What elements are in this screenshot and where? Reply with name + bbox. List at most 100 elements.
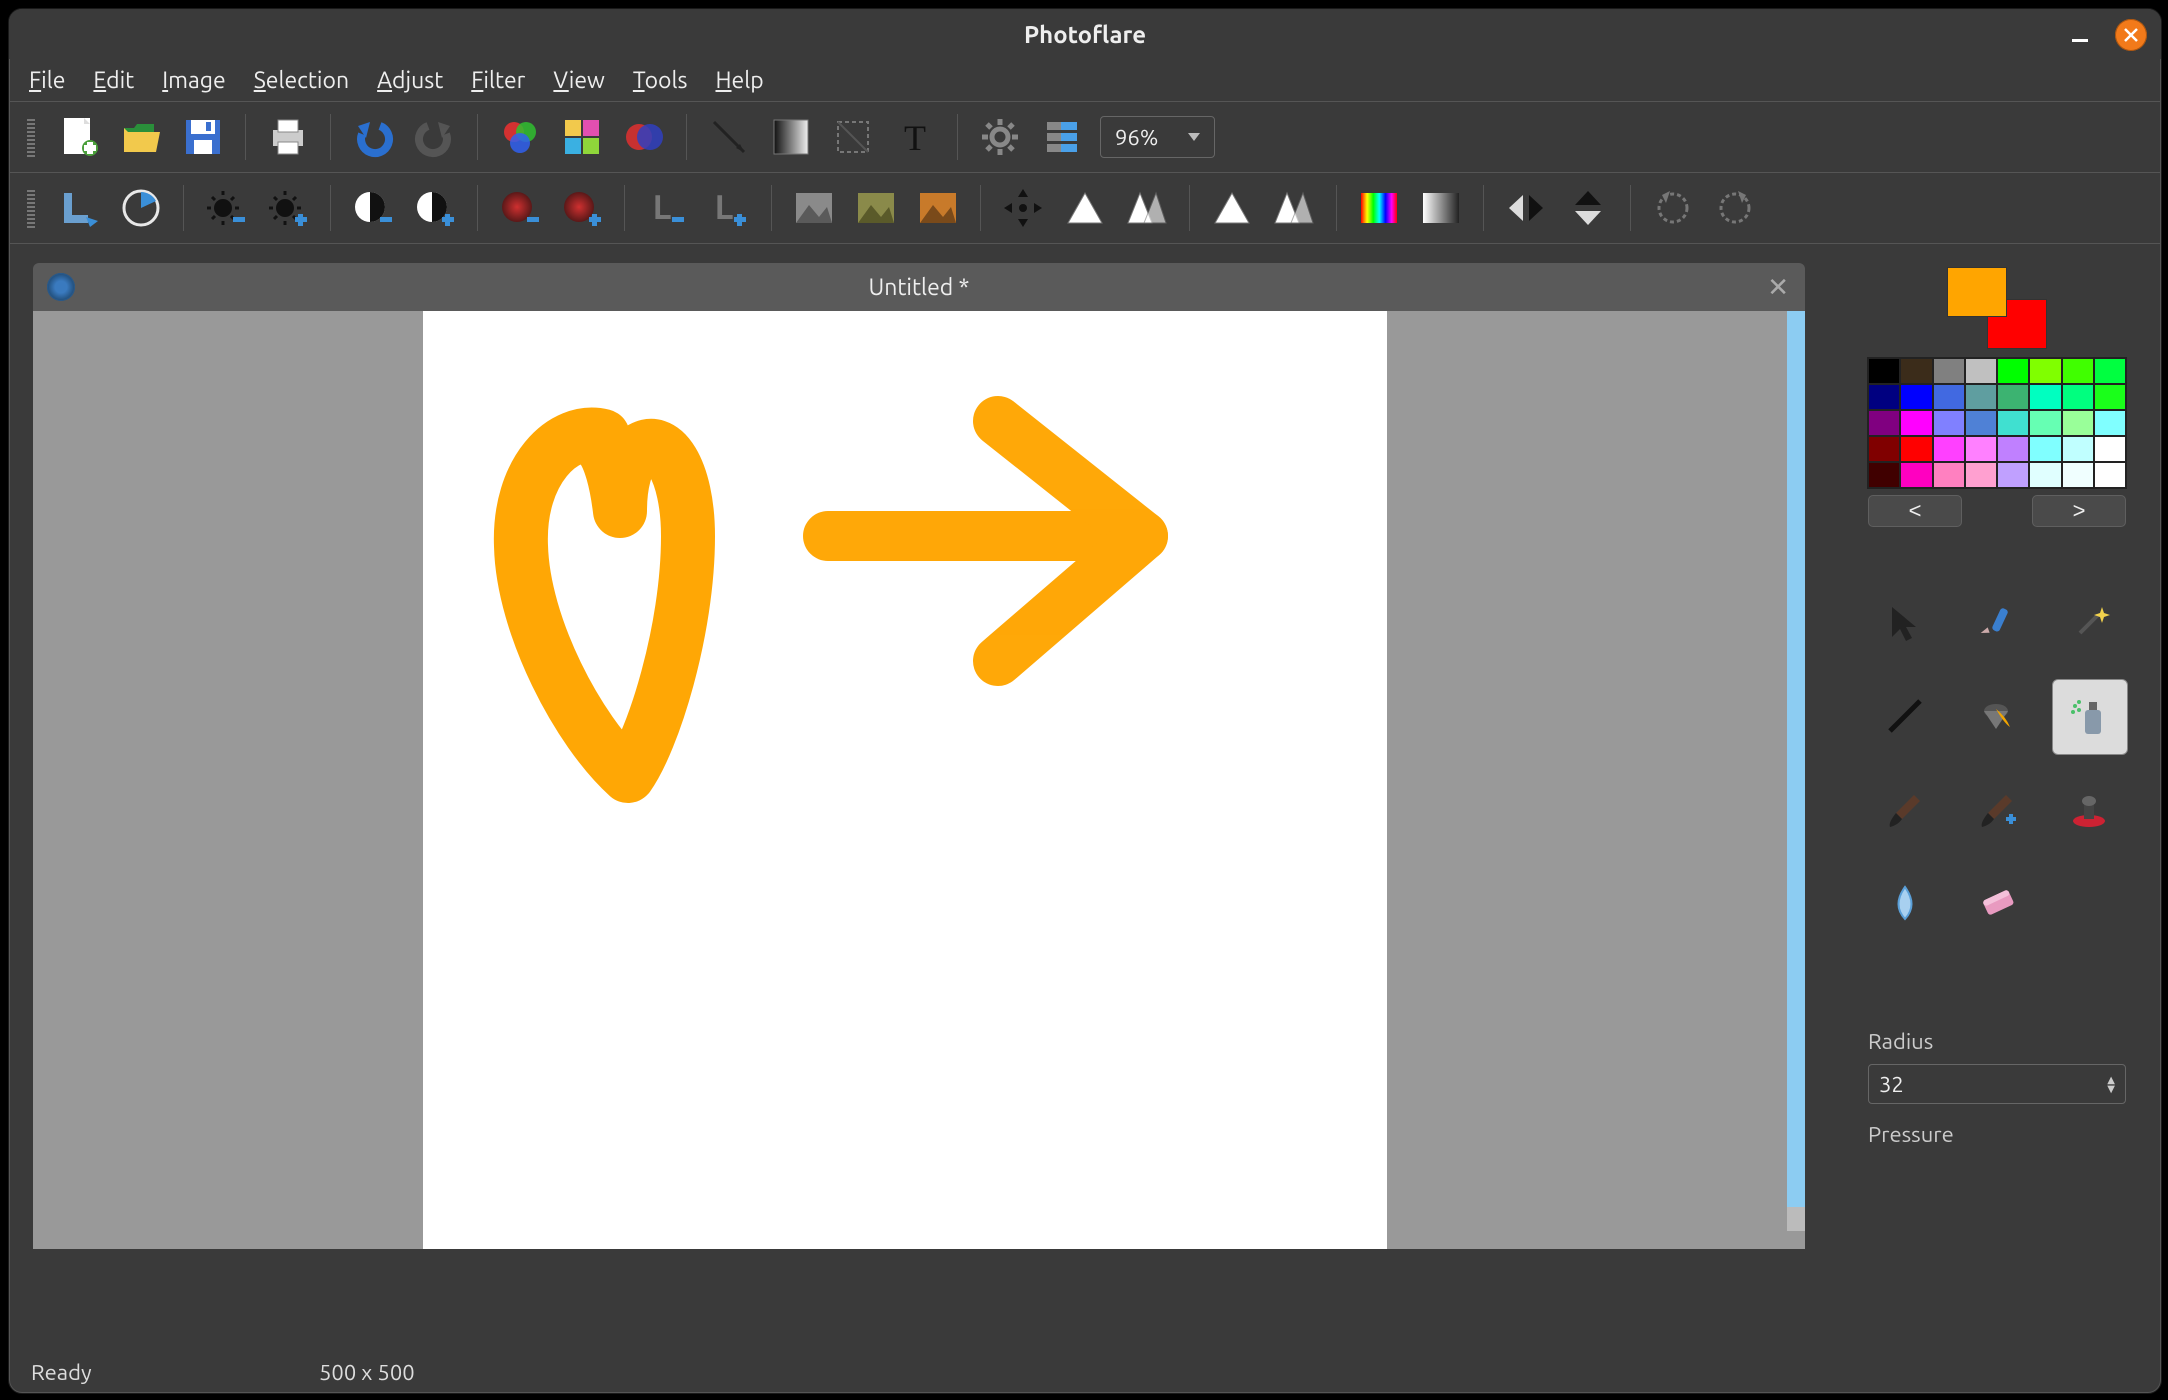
angle-icon[interactable] — [117, 184, 165, 232]
palette-color[interactable] — [1900, 436, 1932, 462]
palette-color[interactable] — [1868, 384, 1900, 410]
palette-next-button[interactable]: > — [2032, 495, 2126, 527]
undo-icon[interactable] — [349, 113, 397, 161]
palette-color[interactable] — [2094, 410, 2126, 436]
foreground-color-swatch[interactable] — [1947, 267, 2007, 317]
spray-tool-icon[interactable] — [2052, 679, 2128, 755]
palette-color[interactable] — [1997, 410, 2029, 436]
palette-color[interactable] — [1997, 436, 2029, 462]
tri-w2-icon[interactable] — [1123, 184, 1171, 232]
palette-color[interactable] — [1965, 436, 1997, 462]
new-file-icon[interactable] — [55, 113, 103, 161]
palette-color[interactable] — [2062, 410, 2094, 436]
pointer-tool-icon[interactable] — [1868, 587, 1942, 661]
gradient-icon[interactable] — [767, 113, 815, 161]
gamma-l2-icon[interactable]: L — [705, 184, 753, 232]
palette-color[interactable] — [2062, 384, 2094, 410]
blend-circles-icon[interactable] — [620, 113, 668, 161]
document-tab[interactable]: Untitled * ✕ — [33, 263, 1805, 311]
menu-tools[interactable]: Tools — [633, 68, 688, 93]
brightness-dec-icon[interactable] — [202, 184, 250, 232]
print-icon[interactable] — [264, 113, 312, 161]
menu-help[interactable]: Help — [715, 68, 763, 93]
menu-image[interactable]: Image — [162, 68, 225, 93]
palette-color[interactable] — [2029, 462, 2061, 488]
gamma-l1-icon[interactable]: L — [643, 184, 691, 232]
sat-dec-icon[interactable] — [496, 184, 544, 232]
line-tool-icon[interactable] — [1868, 679, 1942, 753]
bucket-tool-icon[interactable] — [1960, 679, 2034, 753]
rotate-ccw-icon[interactable] — [1649, 184, 1697, 232]
flip-v-icon[interactable] — [1564, 184, 1612, 232]
palette-color[interactable] — [2094, 462, 2126, 488]
palette-color[interactable] — [1965, 410, 1997, 436]
palette-color[interactable] — [2062, 358, 2094, 384]
palette-color[interactable] — [2094, 358, 2126, 384]
palette-color[interactable] — [2062, 436, 2094, 462]
palette-color[interactable] — [1900, 384, 1932, 410]
contrast-inc-icon[interactable] — [411, 184, 459, 232]
menu-selection[interactable]: Selection — [254, 68, 349, 93]
blur-tool-icon[interactable] — [1868, 865, 1942, 939]
palette-color[interactable] — [1933, 436, 1965, 462]
line-tool-icon[interactable] — [705, 113, 753, 161]
palette-color[interactable] — [1900, 410, 1932, 436]
palette-color[interactable] — [1933, 462, 1965, 488]
vertical-scrollbar[interactable] — [1787, 311, 1805, 1231]
menu-edit[interactable]: Edit — [93, 68, 134, 93]
palette-color[interactable] — [1997, 358, 2029, 384]
minimize-button[interactable] — [2067, 22, 2093, 48]
eraser-tool-icon[interactable] — [1960, 865, 2034, 939]
palette-color[interactable] — [2029, 436, 2061, 462]
brightness-inc-icon[interactable] — [264, 184, 312, 232]
palette-color[interactable] — [2062, 462, 2094, 488]
stamp-tool-icon[interactable] — [2052, 773, 2126, 847]
palette-color[interactable] — [1868, 436, 1900, 462]
open-file-icon[interactable] — [117, 113, 165, 161]
palette-color[interactable] — [2094, 436, 2126, 462]
palette-color[interactable] — [1868, 462, 1900, 488]
spinner-arrows-icon[interactable]: ▲▼ — [2107, 1075, 2115, 1093]
thumb-sepia-icon[interactable] — [852, 184, 900, 232]
palette-color[interactable] — [1965, 384, 1997, 410]
crop-icon[interactable] — [829, 113, 877, 161]
move-icon[interactable] — [999, 184, 1047, 232]
thumb-warm-icon[interactable] — [914, 184, 962, 232]
brush-plus-tool-icon[interactable] — [1960, 773, 2034, 847]
palette-color[interactable] — [1900, 358, 1932, 384]
color-squares-icon[interactable] — [558, 113, 606, 161]
rgb-circles-icon[interactable] — [496, 113, 544, 161]
zoom-dropdown[interactable]: 96% — [1100, 116, 1215, 158]
tab-close-icon[interactable]: ✕ — [1767, 272, 1789, 303]
palette-color[interactable] — [1900, 462, 1932, 488]
radius-spinner[interactable]: 32 ▲▼ — [1868, 1064, 2126, 1104]
palette-color[interactable] — [1997, 384, 2029, 410]
brush-tool-icon[interactable] — [1868, 773, 1942, 847]
menu-view[interactable]: View — [553, 68, 604, 93]
layers-icon[interactable] — [1038, 113, 1086, 161]
flip-h-icon[interactable] — [1502, 184, 1550, 232]
contrast-dec-icon[interactable] — [349, 184, 397, 232]
menu-adjust[interactable]: Adjust — [377, 68, 443, 93]
settings-gear-icon[interactable] — [976, 113, 1024, 161]
canvas-viewport[interactable] — [33, 311, 1805, 1249]
palette-prev-button[interactable]: < — [1868, 495, 1962, 527]
palette-color[interactable] — [1933, 384, 1965, 410]
toolbar-grip[interactable] — [27, 188, 35, 228]
thumb-gray-icon[interactable] — [790, 184, 838, 232]
text-icon[interactable]: T — [891, 113, 939, 161]
palette-color[interactable] — [1965, 358, 1997, 384]
rainbow-icon[interactable] — [1355, 184, 1403, 232]
palette-color[interactable] — [1933, 410, 1965, 436]
wand-tool-icon[interactable] — [2052, 587, 2126, 661]
tri-w1-icon[interactable] — [1061, 184, 1109, 232]
gray-grad-icon[interactable] — [1417, 184, 1465, 232]
close-button[interactable] — [2115, 19, 2147, 51]
menu-file[interactable]: File — [29, 68, 65, 93]
palette-color[interactable] — [2029, 410, 2061, 436]
palette-color[interactable] — [1933, 358, 1965, 384]
menu-filter[interactable]: Filter — [471, 68, 525, 93]
palette-color[interactable] — [1868, 410, 1900, 436]
palette-color[interactable] — [2029, 358, 2061, 384]
tri-w3-icon[interactable] — [1208, 184, 1256, 232]
